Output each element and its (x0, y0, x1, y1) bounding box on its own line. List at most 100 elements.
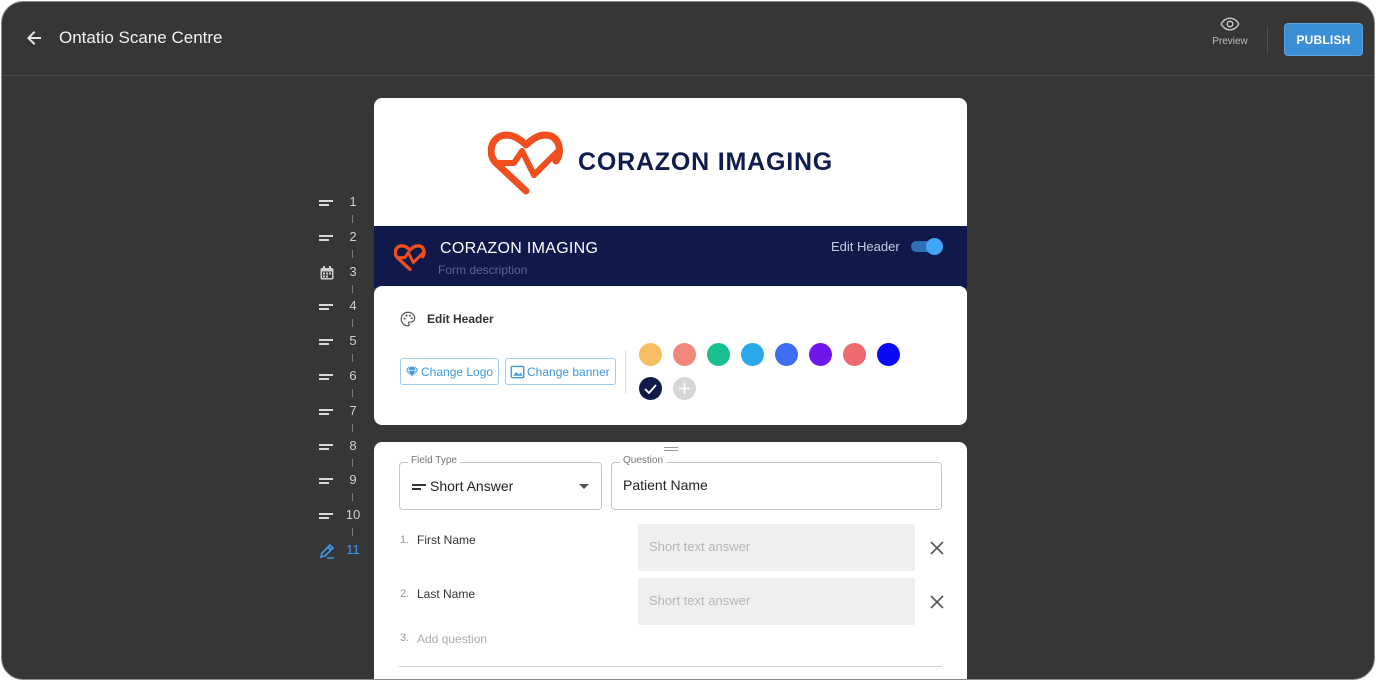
preview-label: Preview (1212, 36, 1248, 47)
question-legend: Question (620, 455, 667, 466)
form-title[interactable]: CORAZON IMAGING (440, 240, 598, 258)
color-swatch[interactable] (775, 343, 798, 366)
plus-icon (679, 383, 690, 394)
change-logo-button[interactable]: Change Logo (400, 358, 500, 385)
short-answer-input[interactable] (649, 539, 899, 554)
short-answer-icon (319, 299, 335, 315)
color-swatch[interactable] (639, 343, 662, 366)
change-logo-label: Change Logo (421, 364, 494, 379)
nav-item-9[interactable]: 9 (314, 470, 374, 490)
edit-header-toggle[interactable] (911, 238, 944, 255)
nav-connector (352, 215, 353, 223)
edit-pencil-icon (319, 543, 335, 559)
nav-connector (352, 493, 353, 502)
edit-header-panel: Edit Header Change Logo Change banner (374, 286, 967, 425)
nav-connector (352, 389, 353, 397)
short-answer-icon (412, 484, 426, 492)
nav-item-3[interactable]: 3 (314, 262, 374, 282)
app-window: Ontatio Scane Centre Preview PUBLISH 1 2 3… (1, 1, 1375, 680)
nav-connector (352, 249, 353, 258)
short-answer-icon (319, 369, 335, 385)
short-answer-icon (319, 508, 335, 524)
nav-item-number: 10 (345, 507, 361, 523)
change-banner-label: Change banner (527, 364, 610, 379)
corazon-heart-logo-icon (488, 131, 563, 195)
nav-item-number: 9 (349, 472, 357, 488)
add-question-link[interactable]: Add question (417, 632, 487, 646)
nav-item-11[interactable]: 11 (314, 540, 374, 560)
nav-item-8[interactable]: 8 (314, 436, 374, 456)
short-answer-icon (319, 439, 335, 455)
question-field[interactable]: Question (611, 455, 942, 510)
logo-wordmark: CORAZON IMAGING (578, 148, 834, 176)
nav-item-2[interactable]: 2 (314, 227, 374, 247)
field-type-value: Short Answer (430, 478, 514, 494)
publish-button[interactable]: PUBLISH (1284, 23, 1363, 56)
color-swatch-selected[interactable] (639, 377, 662, 400)
color-swatch[interactable] (809, 343, 832, 366)
short-answer-icon (319, 404, 335, 420)
short-answer-field[interactable] (638, 578, 915, 625)
drag-handle-icon[interactable] (664, 447, 678, 453)
nav-item-10[interactable]: 10 (314, 505, 374, 525)
add-question-number: 3. (400, 632, 410, 644)
nav-item-number: 5 (349, 333, 357, 349)
diamond-icon (405, 366, 419, 378)
question-card: Field Type Short Answer Question 1. Firs… (374, 442, 967, 679)
nav-item-1[interactable]: 1 (314, 192, 374, 212)
question-input[interactable] (623, 477, 923, 493)
short-answer-field[interactable] (638, 524, 915, 571)
panel-divider (625, 350, 626, 394)
field-type-select[interactable]: Field Type Short Answer (399, 455, 602, 510)
subquestion-number: 1. (400, 534, 410, 546)
nav-item-number: 8 (349, 437, 357, 453)
form-header-banner: CORAZON IMAGING Form description Edit He… (374, 226, 967, 288)
subquestion-label[interactable]: First Name (417, 533, 476, 547)
back-arrow-icon[interactable] (22, 26, 46, 50)
nav-connector (352, 319, 353, 328)
nav-connector (352, 354, 353, 363)
field-type-legend: Field Type (408, 455, 460, 466)
image-icon (510, 365, 525, 378)
form-description-field[interactable]: Form description (438, 263, 527, 277)
eye-icon (1220, 17, 1240, 31)
edit-header-toggle-label: Edit Header (831, 239, 900, 254)
nav-connector (352, 423, 353, 432)
page-title: Ontatio Scane Centre (59, 28, 223, 47)
short-answer-icon (319, 230, 335, 246)
nav-item-number: 6 (349, 368, 357, 383)
nav-connector (352, 528, 353, 537)
short-answer-input[interactable] (649, 593, 899, 608)
toggle-knob (926, 238, 943, 255)
nav-item-number: 11 (346, 542, 360, 557)
subquestion-label[interactable]: Last Name (417, 587, 475, 601)
nav-connector (352, 458, 353, 467)
color-swatch[interactable] (741, 343, 764, 366)
preview-button[interactable]: Preview (1206, 16, 1254, 47)
color-swatch[interactable] (707, 343, 730, 366)
top-bar: Ontatio Scane Centre Preview PUBLISH (2, 2, 1374, 76)
nav-item-number: 7 (349, 402, 357, 418)
close-icon[interactable] (930, 541, 944, 555)
check-icon (644, 383, 657, 394)
nav-item-4[interactable]: 4 (314, 296, 374, 316)
nav-item-number: 3 (349, 263, 357, 279)
nav-connector (352, 284, 353, 293)
corazon-heart-small-logo-icon (394, 244, 426, 272)
color-swatch[interactable] (673, 343, 696, 366)
calendar-icon (320, 265, 334, 280)
nav-item-5[interactable]: 5 (314, 331, 374, 351)
nav-item-number: 2 (349, 228, 357, 244)
change-banner-button[interactable]: Change banner (505, 358, 616, 385)
short-answer-icon (319, 195, 335, 211)
nav-item-number: 1 (349, 194, 357, 209)
color-swatch[interactable] (877, 343, 900, 366)
nav-item-7[interactable]: 7 (314, 401, 374, 421)
logo-card: CORAZON IMAGING (374, 98, 967, 226)
card-divider (399, 666, 942, 667)
nav-item-6[interactable]: 6 (314, 366, 374, 386)
color-swatch[interactable] (843, 343, 866, 366)
close-icon[interactable] (930, 595, 944, 609)
add-color-button[interactable] (673, 377, 696, 400)
header-divider (1267, 26, 1268, 54)
